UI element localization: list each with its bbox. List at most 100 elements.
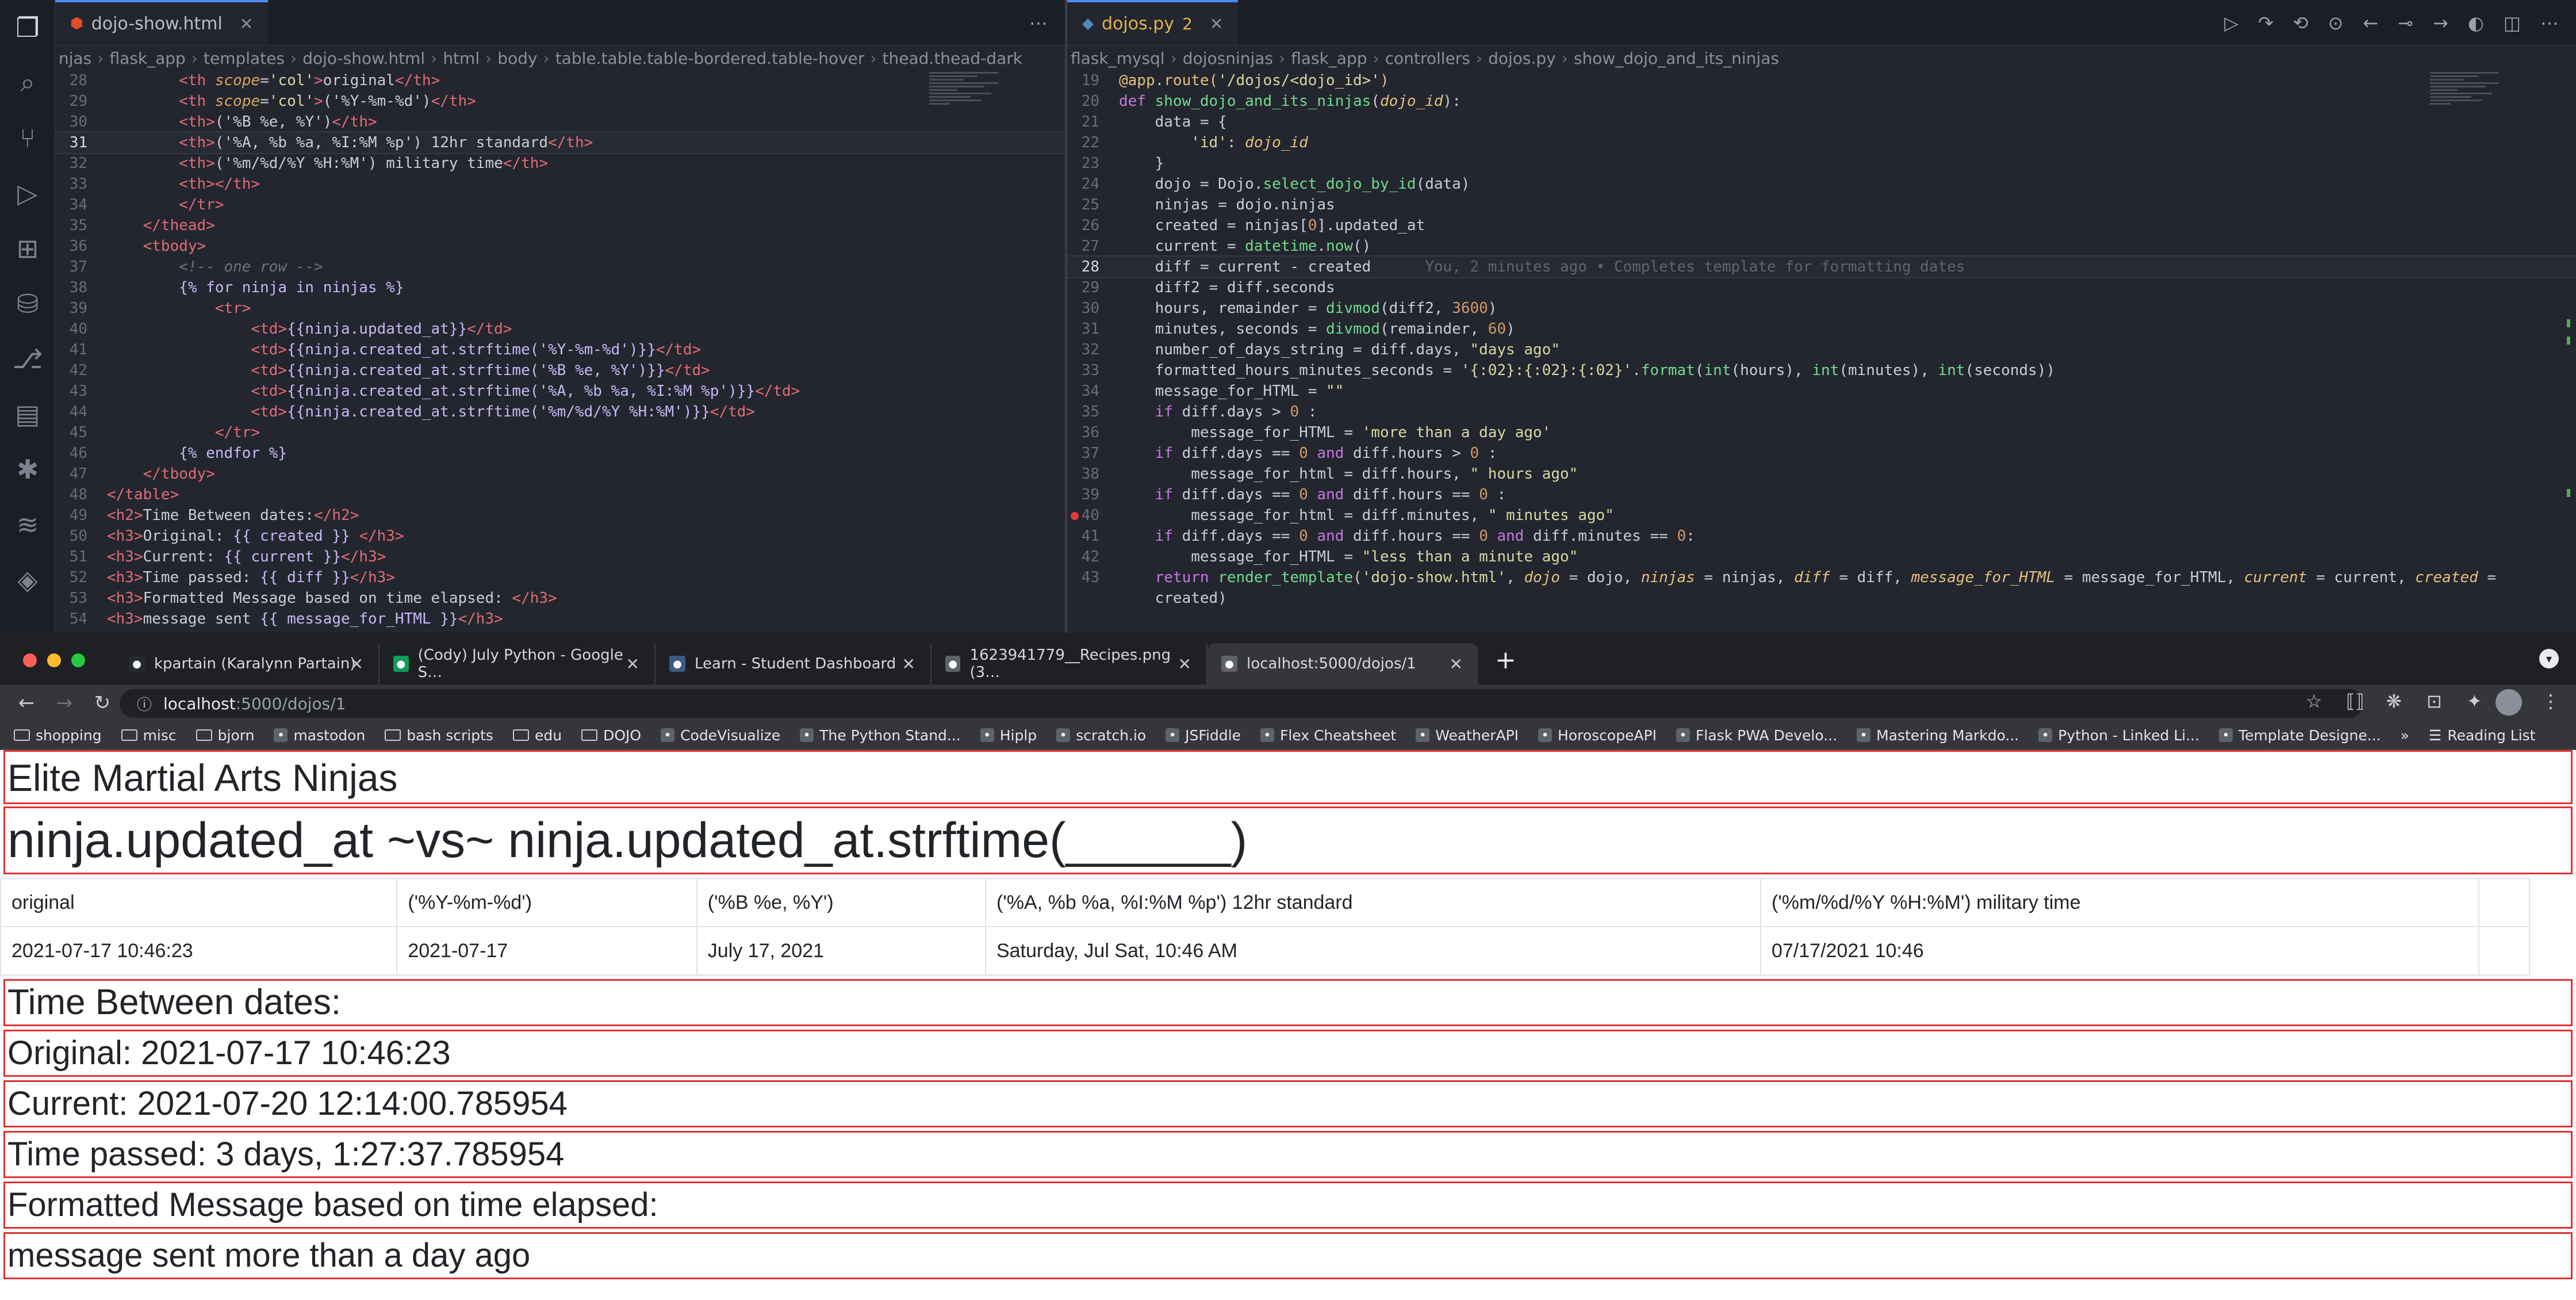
close-icon[interactable]: ✕ xyxy=(1450,655,1463,674)
bookmark-item[interactable]: • Template Designe... xyxy=(2219,727,2381,744)
back-button[interactable]: ← xyxy=(15,691,38,714)
code-line[interactable]: 31 minutes, seconds = divmod(remainder, … xyxy=(1067,319,2576,339)
bookmark-item[interactable]: misc xyxy=(121,727,177,744)
extensions-puzzle-icon[interactable]: ✦ xyxy=(2467,690,2482,712)
bookmark-item[interactable]: • CodeVisualize xyxy=(661,727,780,744)
code-line[interactable]: 37 if diff.days == 0 and diff.hours > 0 … xyxy=(1067,443,2576,464)
code-line[interactable]: 32 number_of_days_string = diff.days, "d… xyxy=(1067,339,2576,360)
db-stack-icon[interactable]: ≋ xyxy=(0,497,55,552)
code-line[interactable]: 54 <h3>message sent {{ message_for_HTML }… xyxy=(55,609,1065,629)
code-line[interactable]: 19 @app.route('/dojos/<dojo_id>') xyxy=(1067,70,2576,91)
extensions-icon[interactable]: ⊞ xyxy=(0,221,55,276)
code-line[interactable]: 46 {% endfor %} xyxy=(55,443,1065,464)
files-icon[interactable]: ❐ xyxy=(0,0,55,55)
minimap[interactable] xyxy=(2430,70,2499,243)
code-line[interactable]: 24 dojo = Dojo.select_dojo_by_id(data) xyxy=(1067,174,2576,194)
code-line[interactable]: 50 <h3>Original: {{ created }} </h3> xyxy=(55,526,1065,546)
address-bar[interactable]: ⓘ localhost:5000/dojos/1 xyxy=(120,689,2363,718)
breadcrumb-item[interactable]: flask_mysql xyxy=(1071,49,1165,68)
code-line[interactable]: 40 <td>{{ninja.updated_at}}</td> xyxy=(55,319,1065,339)
code-line[interactable]: 39 <tr> xyxy=(55,298,1065,319)
code-line[interactable]: 43 <td>{{ninja.created_at.strftime('%A, … xyxy=(55,381,1065,402)
code-line[interactable]: 40 message_for_html = diff.minutes, " mi… xyxy=(1067,505,2576,526)
bookmark-item[interactable]: bash scripts xyxy=(385,727,493,744)
more-actions-icon[interactable]: ⋯ xyxy=(2540,12,2559,34)
code-line[interactable]: 41 <td>{{ninja.created_at.strftime('%Y-%… xyxy=(55,339,1065,360)
run-icon[interactable]: ▷ xyxy=(2224,12,2238,34)
timeline-icon[interactable]: ◐ xyxy=(2468,12,2484,34)
tab-dojos-py[interactable]: ◆ dojos.py 2 ✕ xyxy=(1067,0,1239,45)
code-line[interactable]: 48 </table> xyxy=(55,484,1065,505)
breadcrumb-item[interactable]: flask_app xyxy=(109,49,185,68)
tab-dojo-show-html[interactable]: ⬢ dojo-show.html ✕ xyxy=(55,0,269,45)
bookmark-item[interactable]: • mastodon xyxy=(274,727,365,744)
minimap[interactable] xyxy=(929,70,998,243)
breadcrumb-item[interactable]: njas xyxy=(59,49,91,68)
bookmark-item[interactable]: • HoroscopeAPI xyxy=(1538,727,1657,744)
code-line[interactable]: 45 </tr> xyxy=(55,422,1065,443)
close-icon[interactable]: ✕ xyxy=(350,655,363,674)
avatar[interactable] xyxy=(2496,689,2522,716)
browser-tab[interactable]: ● (Cody) July Python - Google S… ✕ xyxy=(379,643,656,685)
bookmark-item[interactable]: • Mastering Markdo... xyxy=(1857,727,2019,744)
code-line[interactable]: 35 </thead> xyxy=(55,215,1065,236)
breadcrumb-item[interactable]: controllers xyxy=(1385,49,1470,68)
bookmark-item[interactable]: • Flex Cheatsheet xyxy=(1260,727,1396,744)
more-actions-icon[interactable]: ⋯ xyxy=(1029,12,1048,34)
code-line[interactable]: 42 <td>{{ninja.created_at.strftime('%B %… xyxy=(55,360,1065,381)
minimize-window-button[interactable] xyxy=(47,653,61,667)
breadcrumb-item[interactable]: templates xyxy=(204,49,285,68)
bookmark-item[interactable]: • Python - Linked Li... xyxy=(2038,727,2199,744)
layers-icon[interactable]: ◈ xyxy=(0,552,55,607)
commit-dot-icon[interactable]: ⊸ xyxy=(2398,12,2413,34)
close-window-button[interactable] xyxy=(23,653,37,667)
code-line[interactable]: 38 message_for_html = diff.hours, " hour… xyxy=(1067,464,2576,484)
bookmark-item[interactable]: • Hiplp xyxy=(980,727,1037,744)
code-line[interactable]: 44 <td>{{ninja.created_at.strftime('%m/%… xyxy=(55,402,1065,422)
commit-prev-icon[interactable]: ← xyxy=(2363,12,2378,34)
preview-icon[interactable]: ▤ xyxy=(0,387,55,442)
commit-next-icon[interactable]: → xyxy=(2433,12,2448,34)
source-control-icon[interactable]: ⑂ xyxy=(0,110,55,166)
code-line[interactable]: 29 diff2 = diff.seconds xyxy=(1067,277,2576,298)
breadcrumb-item[interactable]: show_dojo_and_its_ninjas xyxy=(1574,49,1779,68)
run-debug-icon[interactable]: ▷ xyxy=(0,166,55,221)
split-editor-icon[interactable]: ◫ xyxy=(2504,12,2521,34)
bookmark-item[interactable]: DOJO xyxy=(581,727,641,744)
code-line[interactable]: 33 formatted_hours_minutes_seconds = '{:… xyxy=(1067,360,2576,381)
browser-tab[interactable]: ● localhost:5000/dojos/1 ✕ xyxy=(1208,643,1478,685)
bookmark-item[interactable]: shopping xyxy=(14,727,102,744)
new-tab-button[interactable]: + xyxy=(1495,645,1516,675)
extension-icon[interactable]: ⟦⟧ xyxy=(2346,690,2364,712)
extension-icon[interactable]: ❋ xyxy=(2386,690,2402,712)
browser-tab[interactable]: ● Learn - Student Dashboard ✕ xyxy=(656,643,931,685)
tab-search-icon[interactable]: ▾ xyxy=(2539,649,2559,668)
code-line[interactable]: 26 created = ninjas[0].updated_at xyxy=(1067,215,2576,236)
breadcrumb-item[interactable]: dojosninjas xyxy=(1183,49,1273,68)
site-info-icon[interactable]: ⓘ xyxy=(137,693,152,714)
code-line[interactable]: 30 hours, remainder = divmod(diff2, 3600… xyxy=(1067,298,2576,319)
code-line[interactable]: 31 <th>('%A, %b %a, %I:%M %p') 12hr stan… xyxy=(55,131,1065,154)
code-line[interactable]: 39 if diff.days == 0 and diff.hours == 0… xyxy=(1067,484,2576,505)
reading-list-button[interactable]: ☰ Reading List xyxy=(2429,727,2536,744)
git-graph-icon[interactable]: ⎇ xyxy=(0,331,55,387)
search-icon[interactable]: ⌕ xyxy=(0,55,55,110)
close-icon[interactable]: ✕ xyxy=(1178,655,1191,674)
code-line[interactable]: 41 if diff.days == 0 and diff.hours == 0… xyxy=(1067,526,2576,546)
forward-button[interactable]: → xyxy=(53,691,76,714)
bookmark-item[interactable]: bjorn xyxy=(195,727,254,744)
close-icon[interactable]: ✕ xyxy=(902,655,915,674)
breadcrumb-item[interactable]: flask_app xyxy=(1291,49,1367,68)
code-line[interactable]: 52 <h3>Time passed: {{ diff }}</h3> xyxy=(55,567,1065,588)
code-line[interactable]: 43 return render_template('dojo-show.htm… xyxy=(1067,567,2576,588)
code-line[interactable]: 37 <!-- one row --> xyxy=(55,257,1065,277)
code-line[interactable]: 20 def show_dojo_and_its_ninjas(dojo_id): xyxy=(1067,91,2576,112)
browser-tab[interactable]: ● kpartain (Karalynn Partain) ✕ xyxy=(115,643,379,685)
breadcrumb-item[interactable]: thead.thead-dark xyxy=(883,49,1022,68)
code-line[interactable]: 29 <th scope='col'>('%Y-%m-%d')</th> xyxy=(55,91,1065,112)
code-line[interactable]: 21 data = { xyxy=(1067,112,2576,132)
code-line[interactable]: 47 </tbody> xyxy=(55,464,1065,484)
code-line[interactable]: 51 <h3>Current: {{ current }}</h3> xyxy=(55,546,1065,567)
bookmark-item[interactable]: • scratch.io xyxy=(1056,727,1146,744)
zoom-window-button[interactable] xyxy=(71,653,85,667)
